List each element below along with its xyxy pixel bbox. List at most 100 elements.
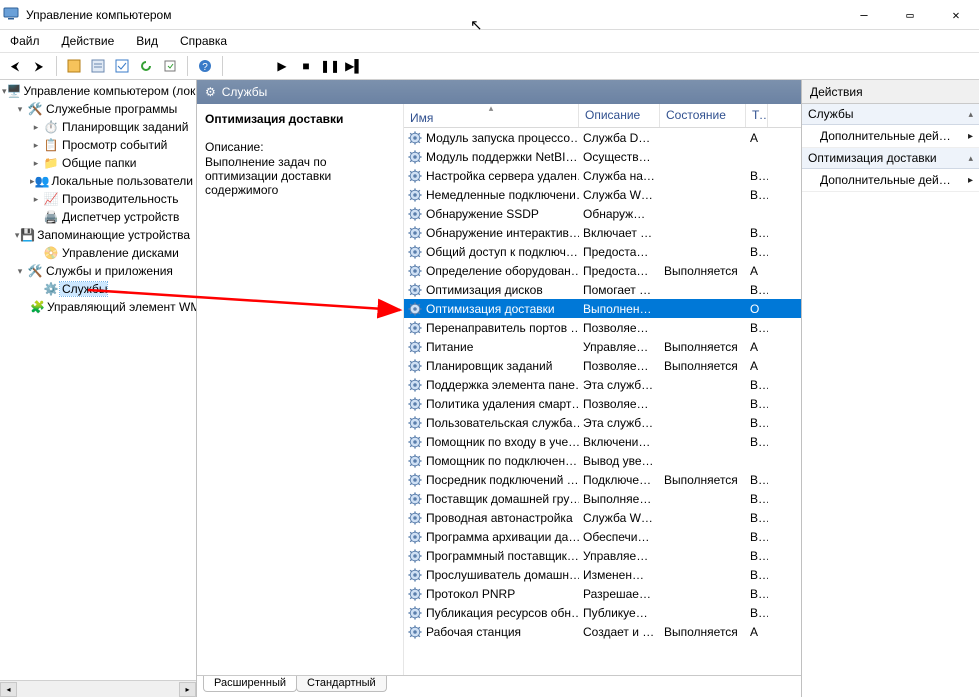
tb-icon2[interactable] xyxy=(87,55,109,77)
service-row[interactable]: Поставщик домашней гру…Выполняе…Вр xyxy=(404,489,801,508)
service-row[interactable]: Немедленные подключени…Служба W…Вр xyxy=(404,185,801,204)
gear-icon xyxy=(408,150,422,164)
tree-svc-apps[interactable]: ▾🛠️Службы и приложения xyxy=(0,262,196,280)
menu-view[interactable]: Вид xyxy=(132,32,162,50)
tree-pane: ▾🖥️Управление компьютером (локал ▾🛠️Служ… xyxy=(0,80,197,697)
actions-more-services[interactable]: Дополнительные дей…▸ xyxy=(802,125,979,148)
service-row[interactable]: ПитаниеУправляе…ВыполняетсяА xyxy=(404,337,801,356)
service-row[interactable]: Программа архивации да…Обеспечи…Вр xyxy=(404,527,801,546)
tree-root[interactable]: ▾🖥️Управление компьютером (локал xyxy=(0,82,196,100)
tree-task-scheduler[interactable]: ▸⏱️Планировщик заданий xyxy=(0,118,196,136)
description-text: Выполнение задач по оптимизации доставки… xyxy=(205,155,395,197)
service-row[interactable]: Настройка сервера удален…Служба на…Вр xyxy=(404,166,801,185)
tab-extended[interactable]: Расширенный xyxy=(203,676,297,692)
service-row[interactable]: Оптимизация дисковПомогает …Вр xyxy=(404,280,801,299)
service-row[interactable]: Помощник по входу в уче…Включени…Вр xyxy=(404,432,801,451)
service-row[interactable]: Определение оборудован…Предоста…Выполняе… xyxy=(404,261,801,280)
service-row[interactable]: Модуль поддержки NetBI…Осуществ… xyxy=(404,147,801,166)
center-header: ⚙ Службы xyxy=(197,80,801,104)
close-button[interactable]: ✕ xyxy=(933,0,979,30)
tool-bar: ⮜ ⮞ ? ▶ ■ ❚❚ ▶▌ xyxy=(0,52,979,80)
gear-icon xyxy=(408,435,422,449)
gear-icon xyxy=(408,321,422,335)
service-row[interactable]: Перенаправитель портов …Позволяе…Вр xyxy=(404,318,801,337)
service-row[interactable]: Прослушиватель домашн…Изменен…Вр xyxy=(404,565,801,584)
menu-help[interactable]: Справка xyxy=(176,32,231,50)
tree-local-users[interactable]: ▸👥Локальные пользователи и xyxy=(0,172,196,190)
tree-device-manager[interactable]: 🖨️Диспетчер устройств xyxy=(0,208,196,226)
tb-icon1[interactable] xyxy=(63,55,85,77)
service-row[interactable]: Посредник подключений …Подключе…Выполняе… xyxy=(404,470,801,489)
service-row[interactable]: Общий доступ к подключ…Предоста…Вр xyxy=(404,242,801,261)
restart-button[interactable]: ▶▌ xyxy=(343,55,365,77)
tab-standard[interactable]: Стандартный xyxy=(296,676,387,692)
svg-text:?: ? xyxy=(202,62,208,73)
actions-more-delivery[interactable]: Дополнительные дей…▸ xyxy=(802,169,979,192)
service-row[interactable]: Проводная автонастройкаСлужба W…Вр xyxy=(404,508,801,527)
service-row[interactable]: Протокол PNRPРазрешае…Вр xyxy=(404,584,801,603)
gear-icon xyxy=(408,492,422,506)
scroll-right-button[interactable]: ▸ xyxy=(179,682,196,697)
service-row[interactable]: Политика удаления смарт…Позволяе…Вр xyxy=(404,394,801,413)
play-button[interactable]: ▶ xyxy=(271,55,293,77)
gear-icon xyxy=(408,226,422,240)
actions-group-services[interactable]: Службы▴ xyxy=(802,104,979,125)
service-row[interactable]: Публикация ресурсов обн…Публикуе…Вр xyxy=(404,603,801,622)
list-header: Имя Описание Состояние Ти xyxy=(404,104,801,128)
tree-performance[interactable]: ▸📈Производительность xyxy=(0,190,196,208)
scroll-left-button[interactable]: ◂ xyxy=(0,682,17,697)
tree-shared-folders[interactable]: ▸📁Общие папки xyxy=(0,154,196,172)
gear-icon xyxy=(408,473,422,487)
back-button[interactable]: ⮜ xyxy=(4,55,26,77)
tb-refresh[interactable] xyxy=(135,55,157,77)
tree-horizontal-scrollbar[interactable]: ◂ ▸ xyxy=(0,680,196,697)
service-row[interactable]: Обнаружение интерактив…Включает …Вр xyxy=(404,223,801,242)
tree-services[interactable]: ⚙️Службы xyxy=(0,280,196,298)
maximize-button[interactable]: ▭ xyxy=(887,0,933,30)
tree-wmi[interactable]: 🧩Управляющий элемент WM xyxy=(0,298,196,316)
service-row[interactable]: Рабочая станцияСоздает и …ВыполняетсяА xyxy=(404,622,801,641)
col-name[interactable]: Имя xyxy=(404,104,579,127)
service-row[interactable]: Обнаружение SSDPОбнаруж… xyxy=(404,204,801,223)
gear-icon xyxy=(408,416,422,430)
actions-title: Действия xyxy=(802,80,979,104)
tb-icon3[interactable] xyxy=(111,55,133,77)
gear-icon xyxy=(408,625,422,639)
center-pane: ⚙ Службы Оптимизация доставки Описание: … xyxy=(197,80,802,697)
service-row[interactable]: Поддержка элемента пане…Эта служб…Вр xyxy=(404,375,801,394)
service-row[interactable]: Пользовательская служба…Эта служб…Вр xyxy=(404,413,801,432)
tree-system-tools[interactable]: ▾🛠️Служебные программы xyxy=(0,100,196,118)
tb-help[interactable]: ? xyxy=(194,55,216,77)
window-title: Управление компьютером xyxy=(22,8,841,22)
menu-file[interactable]: Файл xyxy=(6,32,44,50)
service-row[interactable]: Помощник по подключен…Вывод уве… xyxy=(404,451,801,470)
tree-storage[interactable]: ▾💾Запоминающие устройства xyxy=(0,226,196,244)
menu-action[interactable]: Действие xyxy=(58,32,119,50)
col-state[interactable]: Состояние xyxy=(660,104,746,127)
services-header-icon: ⚙ xyxy=(205,85,216,99)
col-type[interactable]: Ти xyxy=(746,104,768,127)
stop-button[interactable]: ■ xyxy=(295,55,317,77)
col-desc[interactable]: Описание xyxy=(579,104,660,127)
gear-icon xyxy=(408,511,422,525)
gear-icon xyxy=(408,340,422,354)
tb-export[interactable] xyxy=(159,55,181,77)
center-header-label: Службы xyxy=(222,85,267,99)
gear-icon xyxy=(408,245,422,259)
fwd-button[interactable]: ⮞ xyxy=(28,55,50,77)
description-pane: Оптимизация доставки Описание: Выполнени… xyxy=(197,104,404,675)
gear-icon xyxy=(408,359,422,373)
tree-event-viewer[interactable]: ▸📋Просмотр событий xyxy=(0,136,196,154)
gear-icon xyxy=(408,587,422,601)
pause-button[interactable]: ❚❚ xyxy=(319,55,341,77)
gear-icon xyxy=(408,264,422,278)
service-row[interactable]: Планировщик заданийПозволяе…ВыполняетсяА xyxy=(404,356,801,375)
minimize-button[interactable]: — xyxy=(841,0,887,30)
service-row[interactable]: Модуль запуска процессо…Служба D…А xyxy=(404,128,801,147)
service-row[interactable]: Программный поставщик…Управляе…Вр xyxy=(404,546,801,565)
tree-disk-mgmt[interactable]: 📀Управление дисками xyxy=(0,244,196,262)
actions-group-delivery[interactable]: Оптимизация доставки▴ xyxy=(802,148,979,169)
gear-icon xyxy=(408,302,422,316)
service-row[interactable]: Оптимизация доставкиВыполнен…О xyxy=(404,299,801,318)
chevron-up-icon: ▴ xyxy=(968,109,973,120)
